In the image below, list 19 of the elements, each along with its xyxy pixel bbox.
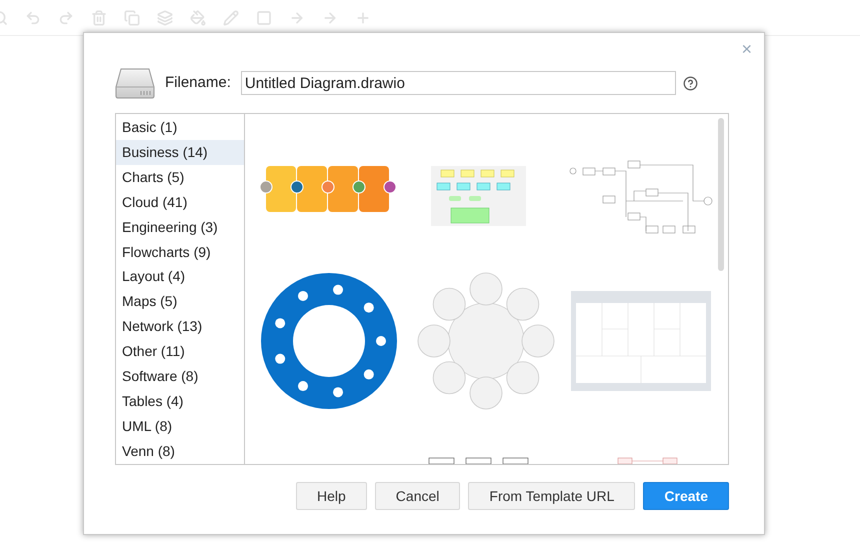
category-item[interactable]: Software (8) <box>116 364 244 390</box>
category-item[interactable]: Engineering (3) <box>116 214 244 240</box>
category-item[interactable]: Venn (8) <box>116 438 244 464</box>
category-item[interactable]: UML (8) <box>116 414 244 439</box>
category-item[interactable]: Other (11) <box>116 339 244 364</box>
dialog-button[interactable]: From Template URL <box>468 482 636 510</box>
filename-label: Filename: <box>165 72 231 93</box>
category-item[interactable]: Layout (4) <box>116 264 244 290</box>
category-item[interactable]: Business (14) <box>116 140 244 165</box>
category-item[interactable]: Network (13) <box>116 314 244 340</box>
category-item[interactable]: Flowcharts (9) <box>116 240 244 265</box>
category-item[interactable]: Cloud (41) <box>116 190 244 215</box>
category-item[interactable]: Basic (1) <box>116 115 244 140</box>
category-item[interactable]: Tables (4) <box>116 389 244 414</box>
dialog-button[interactable]: Help <box>296 482 367 510</box>
category-item[interactable]: Maps (5) <box>116 289 244 314</box>
category-item[interactable]: Charts (5) <box>116 164 244 190</box>
dialog-button[interactable]: Cancel <box>374 482 460 510</box>
filename-field[interactable]: Untitled Diagram.drawio <box>240 71 676 95</box>
